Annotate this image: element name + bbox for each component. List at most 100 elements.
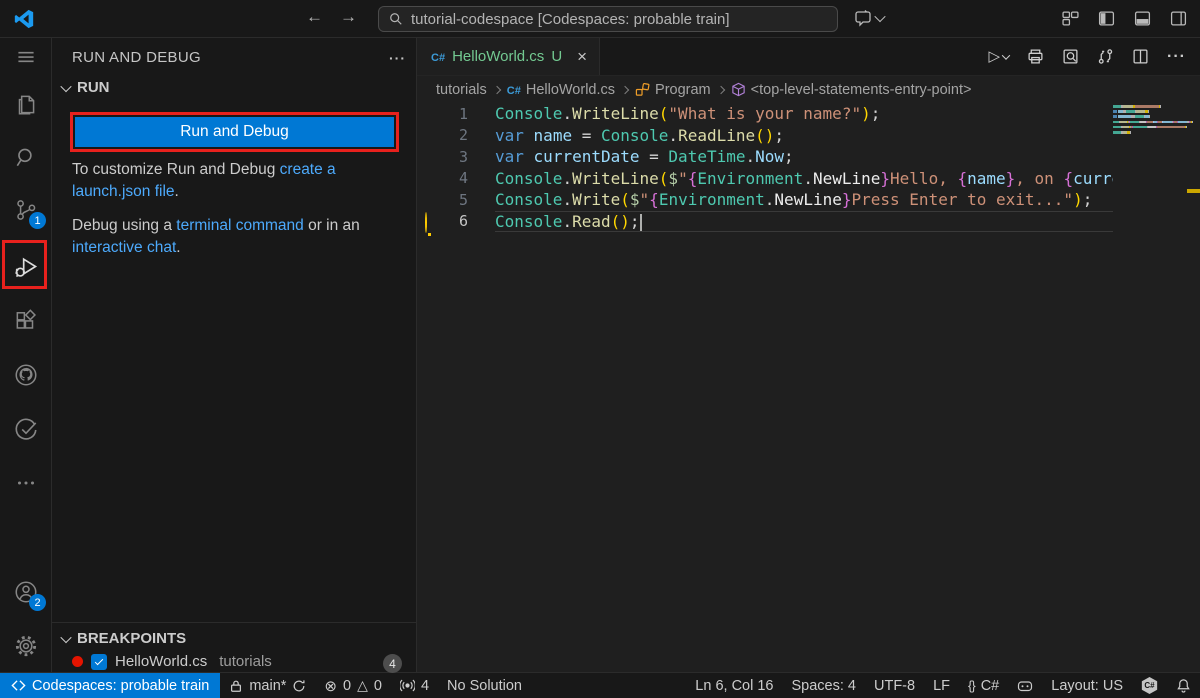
toggle-primary-sidebar-icon[interactable] [1098, 10, 1115, 27]
code-line[interactable]: 5Console.Write($"{Environment.NewLine}Pr… [417, 189, 1200, 211]
more-actions-icon[interactable] [1167, 48, 1186, 66]
keyboard-layout-status[interactable]: Layout: US [1042, 673, 1132, 698]
line-number: 5 [438, 191, 495, 209]
csharp-devkit-status[interactable] [1132, 673, 1167, 698]
open-preview-icon[interactable] [1062, 48, 1079, 65]
code-line[interactable]: 4Console.WriteLine($"{Environment.NewLin… [417, 168, 1200, 190]
command-center-text: tutorial-codespace [Codespaces: probable… [411, 11, 730, 28]
chevron-right-icon [493, 85, 501, 93]
code-line[interactable]: 1Console.WriteLine("What is your name?")… [417, 103, 1200, 125]
explorer-icon[interactable] [13, 91, 39, 117]
breadcrumb-class[interactable]: Program [635, 82, 711, 98]
notifications-bell[interactable] [1167, 673, 1200, 698]
accounts-icon[interactable]: 2 [13, 579, 39, 605]
lock-icon [229, 679, 243, 693]
gutter-space[interactable] [422, 149, 438, 165]
branch-status[interactable]: main* [220, 673, 315, 698]
compare-changes-icon[interactable] [1097, 48, 1114, 65]
customize-layout-icon[interactable] [1062, 10, 1079, 27]
symbol-method-icon [731, 82, 746, 97]
run-section-label: RUN [77, 79, 110, 96]
chevron-right-icon [621, 85, 629, 93]
chevron-right-icon [716, 85, 724, 93]
settings-gear-icon[interactable] [13, 633, 39, 659]
breakpoint-checkbox[interactable] [91, 654, 107, 670]
code-text[interactable]: Console.WriteLine($"{Environment.NewLine… [495, 168, 1113, 190]
toggle-panel-icon[interactable] [1134, 10, 1151, 27]
run-and-debug-button[interactable]: Run and Debug [75, 117, 394, 147]
more-views-icon[interactable] [13, 470, 39, 496]
close-tab-icon[interactable] [577, 48, 587, 65]
minimap-lines [1113, 105, 1193, 134]
source-control-icon[interactable]: 1 [13, 197, 39, 223]
split-editor-icon[interactable] [1132, 48, 1149, 65]
run-and-debug-sidebar: RUN AND DEBUG RUN Run and Debug To custo… [52, 38, 417, 672]
vscode-logo-icon [13, 8, 35, 30]
github-icon[interactable] [13, 362, 39, 388]
run-or-debug-button[interactable] [988, 47, 1009, 66]
encoding-status[interactable]: UTF-8 [865, 673, 924, 698]
tab-helloworld-cs[interactable]: HelloWorld.cs U [417, 38, 600, 75]
breadcrumb-entry-point[interactable]: <top-level-statements-entry-point> [731, 82, 972, 98]
code-text[interactable]: Console.Write($"{Environment.NewLine}Pre… [495, 189, 1113, 211]
interactive-chat-link[interactable]: interactive chat [72, 239, 176, 256]
gutter-space[interactable] [422, 106, 438, 122]
code-text[interactable]: Console.WriteLine("What is your name?"); [495, 103, 1113, 125]
code-text[interactable]: Console.Read(); [495, 211, 1113, 233]
lightbulb-icon[interactable] [422, 213, 438, 229]
nav-forward-icon[interactable] [340, 7, 357, 27]
breakpoint-file: HelloWorld.cs [115, 653, 207, 670]
braces-icon [968, 678, 975, 694]
menu-icon[interactable] [13, 44, 39, 70]
problems-status[interactable]: 0 0 [315, 673, 391, 698]
terminal-command-link[interactable]: terminal command [176, 217, 304, 234]
csharp-file-icon [507, 82, 521, 98]
symbol-class-icon [635, 82, 650, 97]
breakpoint-icon[interactable] [422, 170, 438, 186]
eol-status[interactable]: LF [924, 673, 959, 698]
indentation-status[interactable]: Spaces: 4 [783, 673, 866, 698]
accounts-badge: 2 [29, 594, 46, 611]
toggle-secondary-sidebar-icon[interactable] [1170, 10, 1187, 27]
breakpoint-list-item[interactable]: HelloWorld.cs tutorials 4 [52, 647, 416, 670]
nav-back-icon[interactable] [306, 7, 323, 27]
debug-help-text: Debug using a terminal command or in an … [72, 215, 374, 259]
code-text[interactable]: var currentDate = DateTime.Now; [495, 146, 1113, 168]
print-icon[interactable] [1027, 48, 1044, 65]
breadcrumb-folder[interactable]: tutorials [436, 82, 487, 98]
remote-icon [11, 678, 26, 693]
copilot-chat-button[interactable] [854, 9, 884, 27]
breakpoints-header[interactable]: BREAKPOINTS [52, 623, 416, 647]
annotation-box-run-and-debug [2, 240, 47, 289]
testing-icon[interactable] [13, 417, 39, 443]
code-line[interactable]: 2var name = Console.ReadLine(); [417, 125, 1200, 147]
code-editor[interactable]: 1Console.WriteLine("What is your name?")… [417, 103, 1200, 672]
copilot-icon [1017, 678, 1033, 694]
breakpoints-section: BREAKPOINTS HelloWorld.cs tutorials 4 [52, 622, 416, 672]
gutter-space[interactable] [422, 127, 438, 143]
copilot-status[interactable] [1008, 673, 1042, 698]
ports-status[interactable]: 4 [391, 673, 438, 698]
code-line[interactable]: 3var currentDate = DateTime.Now; [417, 146, 1200, 168]
remote-indicator[interactable]: Codespaces: probable train [0, 673, 220, 698]
extensions-icon[interactable] [13, 309, 39, 335]
run-section-header[interactable]: RUN [62, 79, 110, 96]
breadcrumb-file[interactable]: HelloWorld.cs [507, 82, 615, 98]
minimap[interactable] [1113, 105, 1193, 672]
views-and-more-actions-icon[interactable] [389, 50, 406, 66]
code-text[interactable]: var name = Console.ReadLine(); [495, 125, 1113, 147]
search-icon[interactable] [13, 144, 39, 170]
code-line[interactable]: 6Console.Read(); [417, 211, 1200, 233]
customize-help-text: To customize Run and Debug create a laun… [72, 159, 374, 203]
gutter-space[interactable] [422, 192, 438, 208]
warnings-icon [357, 677, 368, 694]
tab-untracked-badge: U [551, 48, 562, 65]
language-mode-status[interactable]: C# [959, 673, 1008, 698]
cursor-position-status[interactable]: Ln 6, Col 16 [686, 673, 782, 698]
overview-ruler-mark [1187, 189, 1200, 193]
breakpoint-dot-icon [72, 656, 83, 667]
command-center-search[interactable]: tutorial-codespace [Codespaces: probable… [378, 6, 838, 32]
solution-status[interactable]: No Solution [438, 673, 531, 698]
activity-bar: 1 2 [0, 38, 52, 672]
breadcrumbs: tutorials HelloWorld.cs Program <top-lev… [417, 76, 1200, 103]
